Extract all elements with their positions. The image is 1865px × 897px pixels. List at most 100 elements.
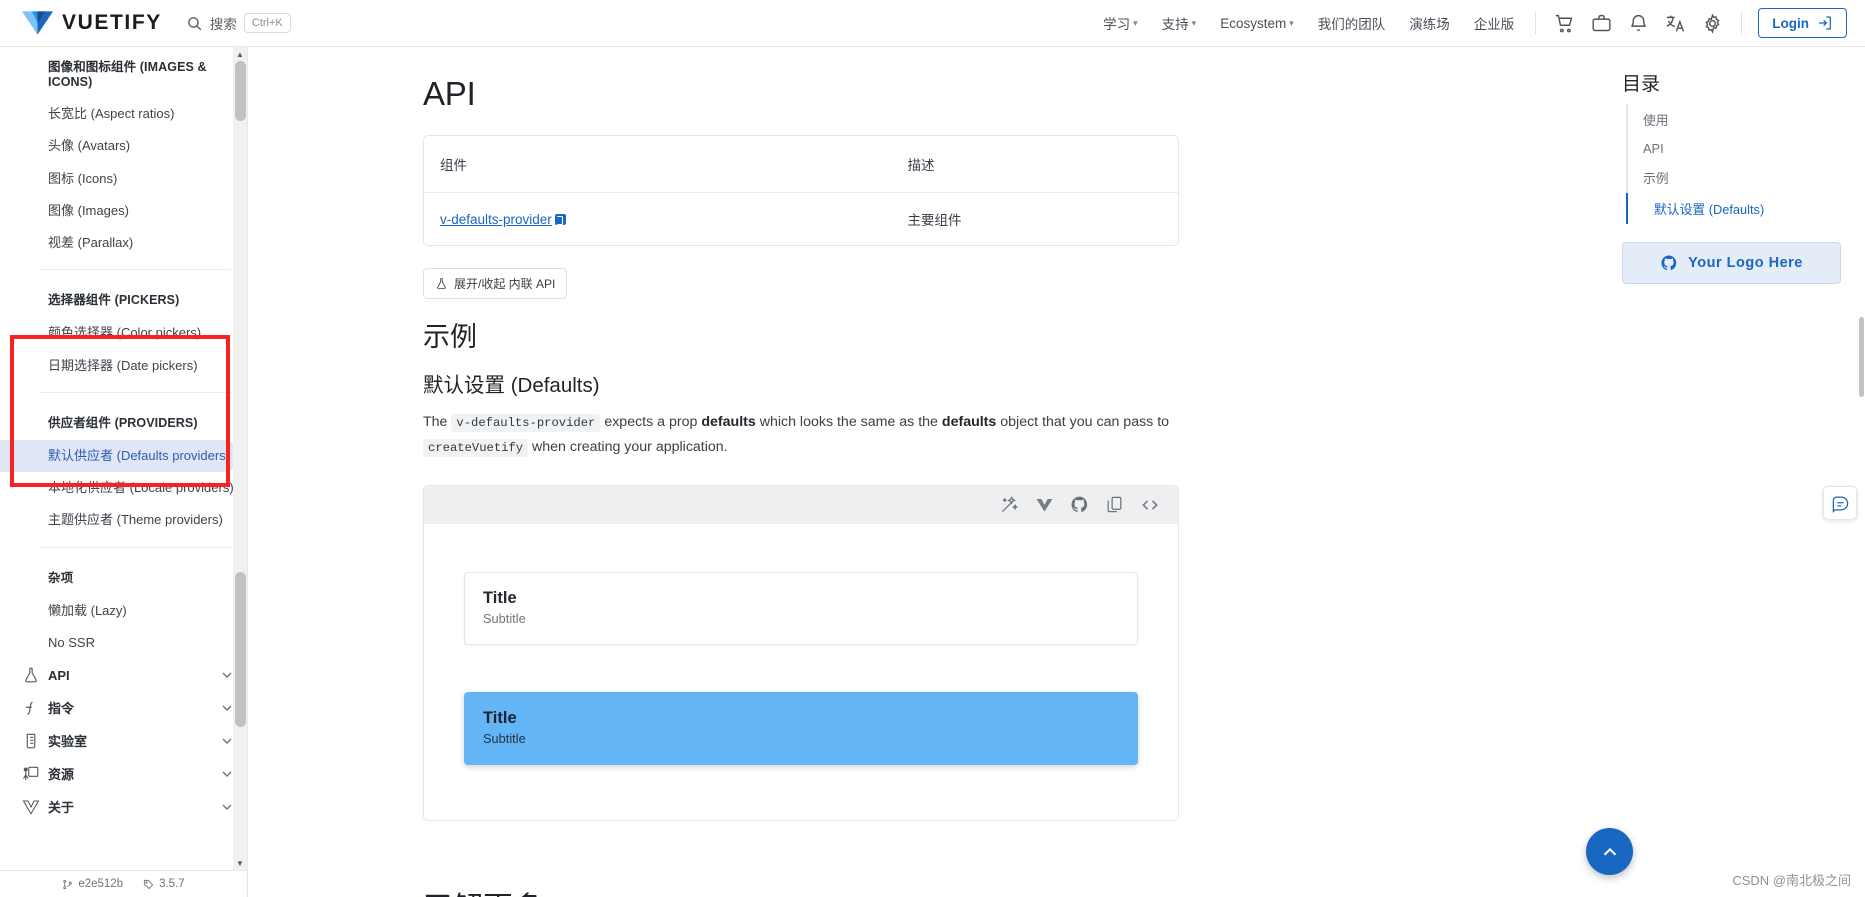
- version-label: 3.5.7: [159, 878, 185, 890]
- sidebar-group-label: 指令: [48, 701, 75, 716]
- nav-link-team[interactable]: 我们的团队: [1307, 6, 1397, 40]
- scroll-to-top-button[interactable]: [1586, 828, 1633, 875]
- sidebar-item-aspect-ratios[interactable]: 长宽比 (Aspect ratios): [0, 98, 239, 130]
- toc-item-examples[interactable]: 示例: [1628, 162, 1841, 193]
- example-body: Title Subtitle Title Subtitle: [424, 523, 1178, 820]
- example-toolbar: [424, 485, 1178, 524]
- commit-hash[interactable]: e2e512b: [62, 878, 123, 890]
- defaults-paragraph: The v-defaults-provider expects a prop d…: [423, 410, 1179, 460]
- sidebar-item-color-pickers[interactable]: 颜色选择器 (Color pickers): [0, 317, 239, 349]
- paragraph-text: object that you can pass to: [1000, 414, 1170, 430]
- examples-heading: 示例: [423, 322, 477, 352]
- sidebar-group-misc: 杂项: [48, 570, 74, 585]
- sidebar-item-images[interactable]: 图像 (Images): [0, 195, 239, 227]
- scroll-up-arrow-icon[interactable]: ▲: [233, 47, 247, 61]
- sidebar-group-providers: 供应者组件 (PROVIDERS): [48, 415, 198, 430]
- app-bar: VUETIFY 搜索 Ctrl+K 学习 ▾ 支持 ▾ Ecosystem ▾ …: [0, 0, 1865, 47]
- demo-card-title: Title: [483, 708, 517, 727]
- login-button[interactable]: Login: [1758, 8, 1847, 38]
- version[interactable]: 3.5.7: [143, 878, 185, 890]
- nav-link-playground[interactable]: 演练场: [1398, 6, 1461, 40]
- sidebar-item-parallax[interactable]: 视差 (Parallax): [0, 227, 239, 259]
- divider: [1535, 12, 1537, 34]
- sidebar-group-directives[interactable]: 指令: [0, 691, 247, 724]
- scroll-down-arrow-icon[interactable]: ▼: [233, 856, 247, 870]
- search-icon: [186, 15, 203, 32]
- copy-icon[interactable]: [1105, 495, 1124, 514]
- sidebar-divider: [40, 269, 231, 271]
- cart-icon[interactable]: [1546, 5, 1583, 42]
- sidebar-item-date-pickers[interactable]: 日期选择器 (Date pickers): [0, 350, 239, 382]
- toc-item-usage[interactable]: 使用: [1628, 104, 1841, 135]
- github-icon[interactable]: [1070, 495, 1089, 514]
- sidebar-item-avatars[interactable]: 头像 (Avatars): [0, 130, 239, 162]
- tag-icon: [144, 879, 154, 889]
- external-link-icon: [554, 213, 566, 225]
- sidebar-scrollbar-thumb-top[interactable]: [235, 61, 246, 121]
- feedback-icon: [1832, 496, 1848, 513]
- nav-link-ecosystem[interactable]: Ecosystem ▾: [1209, 9, 1305, 38]
- demo-card-subtitle: Subtitle: [483, 730, 526, 746]
- sidebar-footer: e2e512b 3.5.7: [0, 870, 247, 897]
- nav-link-learn[interactable]: 学习 ▾: [1092, 6, 1149, 40]
- paragraph-bold-defaults: defaults: [701, 414, 756, 430]
- sidebar-item-icons[interactable]: 图标 (Icons): [0, 163, 239, 195]
- nav-link-label: 企业版: [1473, 17, 1515, 32]
- toggle-inline-api-button[interactable]: 展开/收起 内联 API: [423, 268, 568, 299]
- flask-icon: [437, 278, 446, 289]
- sidebar-item-locale-providers[interactable]: 本地化供应者 (Locale providers): [0, 472, 239, 504]
- toc-item-defaults[interactable]: 默认设置 (Defaults): [1626, 193, 1841, 224]
- sidebar-scroll-region[interactable]: 图像和图标组件 (IMAGES & ICONS) 长宽比 (Aspect rat…: [0, 47, 247, 870]
- gear-icon[interactable]: [1694, 5, 1731, 42]
- sidebar-group-about[interactable]: 关于: [0, 790, 247, 823]
- paragraph-bold-defaults: defaults: [941, 414, 997, 430]
- login-arrow-icon: [1819, 16, 1831, 30]
- chevron-down-icon: ▾: [1289, 17, 1294, 28]
- chevron-down-icon: ▾: [1133, 17, 1138, 28]
- your-logo-here-label: Your Logo Here: [1688, 255, 1803, 271]
- brand-logo-link[interactable]: VUETIFY: [0, 9, 162, 37]
- sidebar-group-api[interactable]: API: [0, 659, 247, 691]
- nav-link-support[interactable]: 支持 ▾: [1151, 6, 1208, 40]
- chevron-down-icon: ▾: [1191, 17, 1197, 28]
- sidebar-scrollbar-thumb[interactable]: [235, 572, 246, 727]
- sidebar-item-no-ssr[interactable]: No SSR: [0, 627, 239, 659]
- sidebar-group-labs[interactable]: 实验室: [0, 724, 247, 757]
- component-link-v-defaults-provider[interactable]: v-defaults-provider: [440, 212, 552, 227]
- bell-icon[interactable]: [1620, 5, 1657, 42]
- code-icon[interactable]: [1140, 495, 1160, 515]
- sidebar-item-lazy[interactable]: 懒加载 (Lazy): [0, 595, 239, 627]
- briefcase-icon[interactable]: [1583, 5, 1620, 42]
- example-container: Title Subtitle Title Subtitle: [423, 484, 1179, 821]
- toc-item-api[interactable]: API: [1628, 135, 1841, 162]
- sidebar-item-theme-providers[interactable]: 主题供应者 (Theme providers): [0, 504, 239, 536]
- nav-link-enterprise[interactable]: 企业版: [1463, 6, 1526, 40]
- login-label: Login: [1772, 15, 1809, 31]
- vuetify-play-icon[interactable]: [1035, 495, 1054, 514]
- sidebar-item-defaults-providers[interactable]: 默认供应者 (Defaults providers): [0, 439, 239, 472]
- demo-card-default: Title Subtitle: [464, 571, 1138, 645]
- translate-icon[interactable]: [1657, 5, 1694, 42]
- page-title: API: [423, 75, 476, 112]
- page-scrollbar-track[interactable]: [1858, 47, 1865, 897]
- sidebar-divider: [40, 546, 231, 548]
- table-cell-description: 主要组件: [907, 213, 962, 228]
- search-label: 搜索: [209, 17, 237, 32]
- magic-wand-icon[interactable]: [1000, 495, 1019, 514]
- paragraph-text: which looks the same as the: [759, 414, 938, 430]
- search-box[interactable]: 搜索 Ctrl+K: [186, 13, 291, 33]
- sidebar-scrollbar-track[interactable]: ▲ ▼: [233, 47, 247, 870]
- presentation-icon: [14, 765, 48, 783]
- nav-link-label: 我们的团队: [1317, 17, 1386, 32]
- sidebar-group-resources[interactable]: 资源: [0, 757, 247, 790]
- table-of-contents: 目录 使用 API 示例 默认设置 (Defaults) Your Logo H…: [1600, 47, 1865, 897]
- page-scrollbar-thumb[interactable]: [1859, 317, 1864, 397]
- your-logo-here-cta[interactable]: Your Logo Here: [1622, 242, 1841, 284]
- learn-more-heading: 了解更多?: [423, 883, 1179, 897]
- vuetify-icon: [14, 798, 48, 816]
- inline-code-create-vuetify: createVuetify: [423, 438, 529, 457]
- sidebar-divider: [40, 391, 231, 393]
- feedback-button[interactable]: [1823, 486, 1857, 520]
- top-nav-links: 学习 ▾ 支持 ▾ Ecosystem ▾ 我们的团队 演练场 企业版: [1092, 6, 1525, 40]
- nav-link-label: Ecosystem: [1220, 15, 1287, 31]
